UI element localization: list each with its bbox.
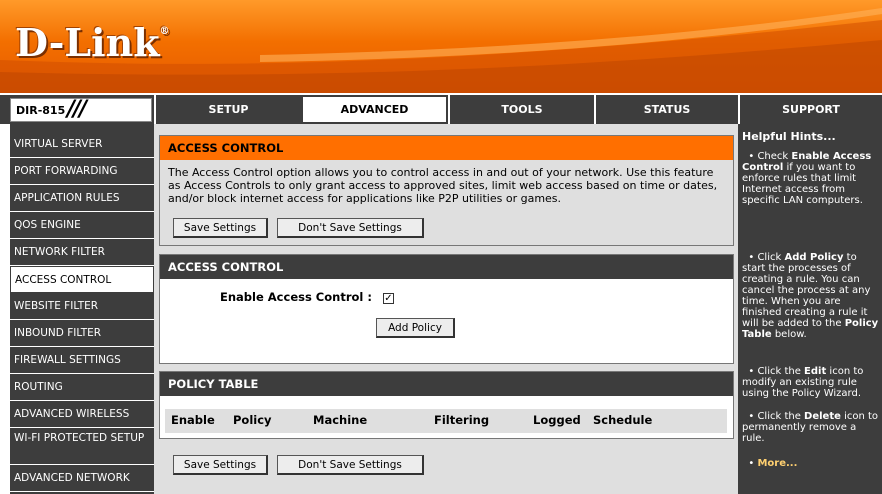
enable-access-control-checkbox[interactable]: ✓	[383, 293, 394, 304]
column-header-machine: Machine	[313, 413, 368, 427]
access-control-title: ACCESS CONTROL	[160, 255, 733, 279]
save-settings-button-bottom[interactable]: Save Settings	[173, 455, 268, 475]
dlink-logo: D-Link®	[15, 20, 170, 65]
model-slashes: ///	[67, 97, 87, 122]
save-settings-button-top[interactable]: Save Settings	[173, 218, 268, 238]
registered-mark: ®	[159, 26, 170, 37]
dont-save-settings-button-bottom[interactable]: Don't Save Settings	[277, 455, 424, 475]
hint-bold: Delete	[804, 411, 841, 422]
column-header-schedule: Schedule	[593, 413, 653, 427]
enable-access-control-label: Enable Access Control :	[220, 290, 372, 304]
hint-add-policy: • Click Add Policy to start the processe…	[742, 252, 879, 340]
dont-save-settings-button-top[interactable]: Don't Save Settings	[277, 218, 424, 238]
add-policy-button[interactable]: Add Policy	[376, 318, 455, 338]
sidebar-item-access-control[interactable]: ACCESS CONTROL	[10, 266, 154, 293]
tab-advanced[interactable]: ADVANCED	[301, 95, 448, 124]
logo-text: D-Link	[15, 20, 160, 65]
hint-text: Check	[757, 151, 792, 162]
hint-text: Click	[757, 252, 785, 263]
sidebar-item-website-filter[interactable]: WEBSITE FILTER	[10, 293, 154, 320]
sidebar-item-advanced-wireless[interactable]: ADVANCED WIRELESS	[10, 401, 154, 428]
sidebar-item-advanced-network[interactable]: ADVANCED NETWORK	[10, 465, 154, 492]
hints-title: Helpful Hints...	[742, 130, 836, 143]
model-badge: DIR-815 ///	[10, 97, 152, 122]
hint-text: Click the	[757, 411, 805, 422]
hint-text: below.	[771, 329, 807, 340]
sidebar-item-routing[interactable]: ROUTING	[10, 374, 154, 401]
tab-setup[interactable]: SETUP	[154, 95, 301, 124]
more-link[interactable]: More...	[757, 458, 797, 469]
column-header-filtering: Filtering	[434, 413, 490, 427]
sidebar-item-qos-engine[interactable]: QOS ENGINE	[10, 212, 154, 239]
tab-status[interactable]: STATUS	[594, 95, 738, 124]
column-header-logged: Logged	[533, 413, 581, 427]
sidebar-item-network-filter[interactable]: NETWORK FILTER	[10, 239, 154, 266]
hint-delete-icon: • Click the Delete icon to permanently r…	[742, 411, 879, 444]
hint-more-link[interactable]: • More...	[742, 458, 880, 469]
intro-description: The Access Control option allows you to …	[168, 166, 718, 205]
access-control-panel: ACCESS CONTROL	[159, 254, 734, 364]
sidebar-item-inbound-filter[interactable]: INBOUND FILTER	[10, 320, 154, 347]
tab-support[interactable]: SUPPORT	[738, 95, 882, 124]
sidebar-item-wifi-protected-setup[interactable]: WI-FI PROTECTED SETUP	[10, 428, 154, 465]
column-header-policy: Policy	[233, 413, 272, 427]
hint-bold: Edit	[804, 366, 827, 377]
hint-edit-icon: • Click the Edit icon to modify an exist…	[742, 366, 864, 399]
hint-bold: Add Policy	[784, 252, 844, 263]
intro-title: ACCESS CONTROL	[160, 136, 733, 160]
sidebar-item-port-forwarding[interactable]: PORT FORWARDING	[10, 158, 154, 185]
column-header-enable: Enable	[171, 413, 215, 427]
model-name: DIR-815	[16, 104, 66, 117]
policy-table-title: POLICY TABLE	[160, 372, 733, 396]
sidebar-item-virtual-server[interactable]: VIRTUAL SERVER	[10, 131, 154, 158]
hint-text: Click the	[757, 366, 805, 377]
tab-tools[interactable]: TOOLS	[448, 95, 594, 124]
sidebar-item-firewall-settings[interactable]: FIREWALL SETTINGS	[10, 347, 154, 374]
hint-enable-access-control: • Check Enable Access Control if you wan…	[742, 151, 872, 206]
sidebar-item-application-rules[interactable]: APPLICATION RULES	[10, 185, 154, 212]
header-banner: D-Link®	[0, 0, 882, 93]
